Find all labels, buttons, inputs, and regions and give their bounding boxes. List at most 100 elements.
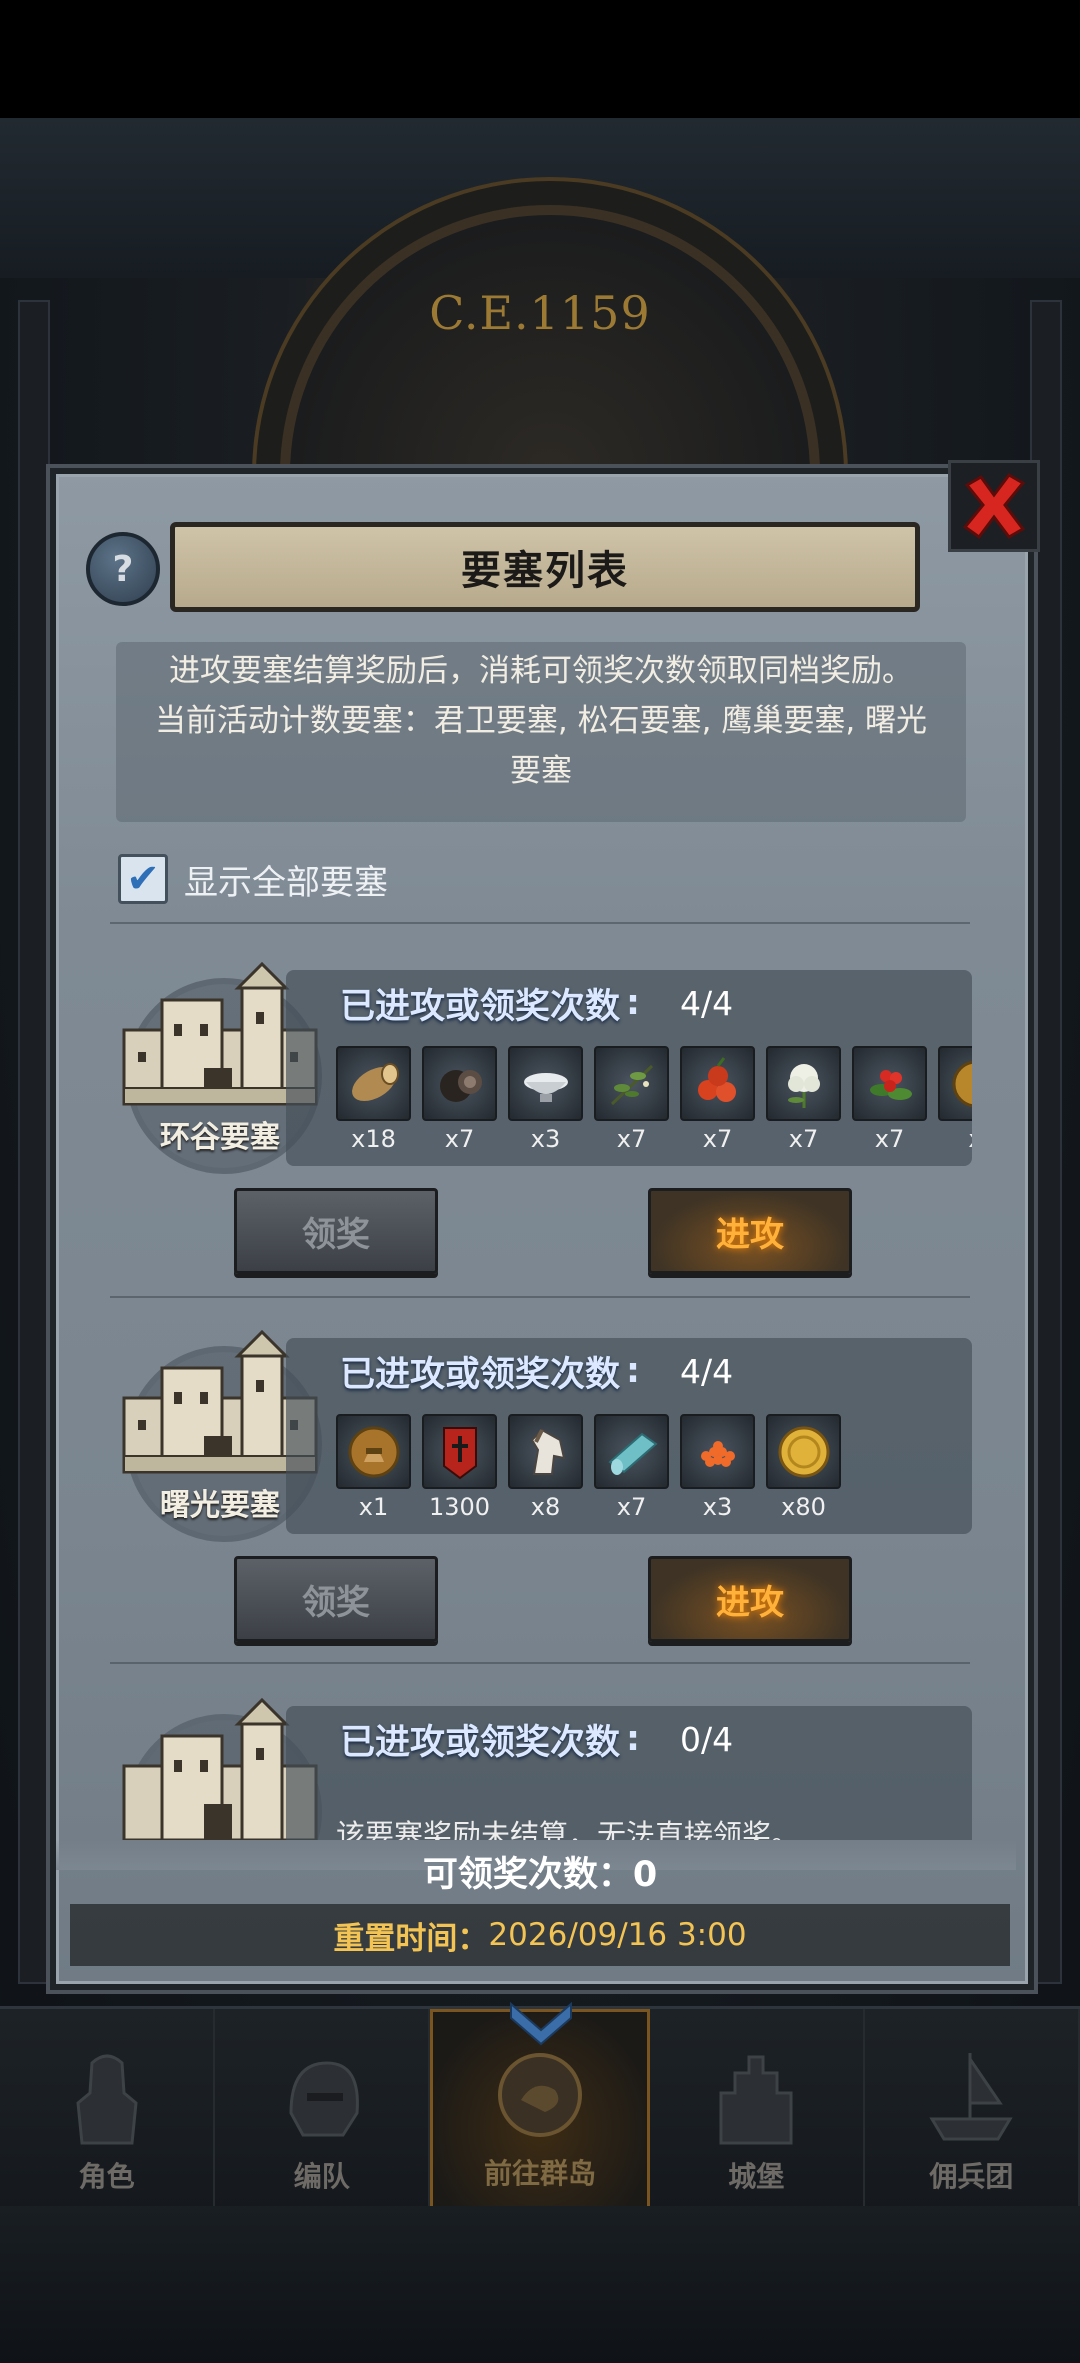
dialog-title-text: 要塞列表 xyxy=(461,548,629,594)
nav-label: 前往群岛 xyxy=(484,2157,597,2190)
claim-button[interactable]: 领奖 xyxy=(234,1188,438,1274)
reward-qty: x7 xyxy=(874,1125,905,1153)
nav-item-castle[interactable]: 城堡 xyxy=(650,2009,865,2209)
nav-label: 佣兵团 xyxy=(929,2160,1014,2193)
castle-icon xyxy=(719,2055,793,2145)
coin-icon xyxy=(938,1046,972,1121)
reset-time-label: 重置时间： xyxy=(333,1920,489,1957)
fortress-name: 环谷要塞 xyxy=(160,1120,280,1155)
divider xyxy=(110,1296,970,1298)
attack-button[interactable]: 进攻 xyxy=(648,1188,852,1274)
reward-item[interactable]: x18 xyxy=(336,1046,411,1156)
fortress-name: 曙光要塞 xyxy=(160,1488,280,1523)
knight-icon xyxy=(76,2054,138,2145)
right-frame xyxy=(1030,300,1062,1984)
red-banner-icon xyxy=(422,1414,497,1489)
show-all-checkbox[interactable]: ✔ xyxy=(118,854,168,904)
reward-item[interactable]: x7 xyxy=(852,1046,927,1156)
claimable-count: 可领奖次数：0 xyxy=(422,1855,658,1895)
status-bar xyxy=(0,0,1080,118)
attack-count-label: 已进攻或领奖次数 xyxy=(340,1354,621,1395)
nav-label: 城堡 xyxy=(728,2160,785,2193)
reward-item[interactable]: x7 xyxy=(766,1046,841,1156)
reward-item[interactable]: x7 xyxy=(594,1046,669,1156)
reward-qty: 1300 xyxy=(428,1493,491,1521)
reward-item[interactable]: x80 xyxy=(766,1414,841,1524)
gold-coin-icon xyxy=(766,1414,841,1489)
truffle-icon xyxy=(422,1046,497,1121)
cloth-roll-icon xyxy=(594,1414,669,1489)
reward-qty: x80 xyxy=(781,1493,826,1521)
reward-qty: x7 xyxy=(616,1125,647,1153)
reward-item[interactable]: 1300 xyxy=(422,1414,497,1524)
era-label: C.E.1159 xyxy=(429,286,651,340)
nav-item-character[interactable]: 角色 xyxy=(0,2009,216,2209)
attack-count-label: 已进攻或领奖次数 xyxy=(340,986,621,1027)
bottom-nav: 角色 编队 前往群岛 城堡 佣兵团 xyxy=(0,2001,1080,2209)
reward-item[interactable]: x3 xyxy=(680,1414,755,1524)
nav-item-formation[interactable]: 编队 xyxy=(215,2009,431,2209)
chevron-down-icon xyxy=(510,2001,573,2046)
close-button[interactable] xyxy=(948,460,1040,552)
caviar-icon xyxy=(680,1414,755,1489)
bottom-strip xyxy=(0,2206,1080,2363)
attack-count-row: 已进攻或领奖次数 : 0/4 xyxy=(340,1714,733,1764)
reward-item[interactable]: x xyxy=(938,1046,972,1156)
reward-list: x1 1300 x8 x7 x3 x80 xyxy=(336,1414,972,1524)
divider xyxy=(110,1662,970,1664)
ship-icon xyxy=(929,2053,1014,2141)
claim-button-label: 领奖 xyxy=(302,1582,370,1623)
reward-qty: x3 xyxy=(702,1493,733,1521)
checkmark-icon: ✔ xyxy=(126,856,160,902)
reward-qty: x1 xyxy=(358,1493,389,1521)
attack-count-value: 4/4 xyxy=(680,1351,734,1391)
helmet-icon xyxy=(289,2061,359,2137)
question-icon: ? xyxy=(112,548,134,590)
nav-label: 编队 xyxy=(293,2160,350,2193)
notice-line-2: 当前活动计数要塞：君卫要塞, 松石要塞, 鹰巢要塞, 曙光 xyxy=(154,703,928,739)
reward-qty: x xyxy=(968,1125,972,1153)
reset-time-bar: 重置时间： 2026/09/16 3:00 xyxy=(70,1904,1010,1966)
reward-list: x18 x7 x3 x7 x7 x7 x7 x xyxy=(336,1046,972,1156)
reward-qty: x7 xyxy=(788,1125,819,1153)
show-all-label: 显示全部要塞 xyxy=(184,862,388,903)
reward-qty: x3 xyxy=(530,1125,561,1153)
reward-item[interactable]: x3 xyxy=(508,1046,583,1156)
claim-button[interactable]: 领奖 xyxy=(234,1556,438,1642)
red-berries-icon xyxy=(680,1046,755,1121)
reward-item[interactable]: x1 xyxy=(336,1414,411,1524)
island-map-icon xyxy=(498,2053,582,2137)
show-all-toggle[interactable]: ✔ 显示全部要塞 xyxy=(118,854,388,904)
locked-message: 该要塞奖励未结算，无法直接领奖。 xyxy=(336,1818,801,1840)
help-button[interactable]: ? xyxy=(86,532,160,606)
herb-sprig-icon xyxy=(594,1046,669,1121)
white-flower-icon xyxy=(766,1046,841,1121)
knight-medal-icon xyxy=(336,1414,411,1489)
reward-item[interactable]: x8 xyxy=(508,1414,583,1524)
attack-count-colon: : xyxy=(626,983,641,1023)
attack-button-label: 进攻 xyxy=(716,1582,784,1623)
nav-item-islands[interactable]: 前往群岛 xyxy=(430,2001,650,2209)
reward-item[interactable]: x7 xyxy=(422,1046,497,1156)
reward-qty: x7 xyxy=(702,1125,733,1153)
attack-button[interactable]: 进攻 xyxy=(648,1556,852,1642)
reward-item[interactable]: x7 xyxy=(594,1414,669,1524)
reward-qty: x7 xyxy=(616,1493,647,1521)
horse-icon xyxy=(508,1414,583,1489)
holly-berries-icon xyxy=(852,1046,927,1121)
reward-qty: x7 xyxy=(444,1125,475,1153)
divider xyxy=(110,922,970,924)
attack-count-value: 4/4 xyxy=(680,983,734,1023)
nav-label: 角色 xyxy=(78,2160,135,2193)
attack-count-colon: : xyxy=(626,1351,641,1391)
reward-item[interactable]: x7 xyxy=(680,1046,755,1156)
close-icon xyxy=(962,473,1026,540)
nav-item-mercenary[interactable]: 佣兵团 xyxy=(865,2009,1080,2209)
left-frame xyxy=(18,300,50,1984)
fortress-card: 已进攻或领奖次数 : 0/4 该要塞奖励未结算，无法直接领奖。 xyxy=(110,1697,972,1840)
attack-count-colon: : xyxy=(626,1719,641,1759)
notice-line-1: 进攻要塞结算奖励后，消耗可领奖次数领取同档奖励。 xyxy=(169,653,913,689)
scroll-clip: 已进攻或领奖次数 : 0/4 该要塞奖励未结算，无法直接领奖。 xyxy=(56,1680,1016,1840)
attack-count-value: 0/4 xyxy=(680,1719,734,1759)
notice-box: 进攻要塞结算奖励后，消耗可领奖次数领取同档奖励。 当前活动计数要塞：君卫要塞, … xyxy=(116,642,966,822)
